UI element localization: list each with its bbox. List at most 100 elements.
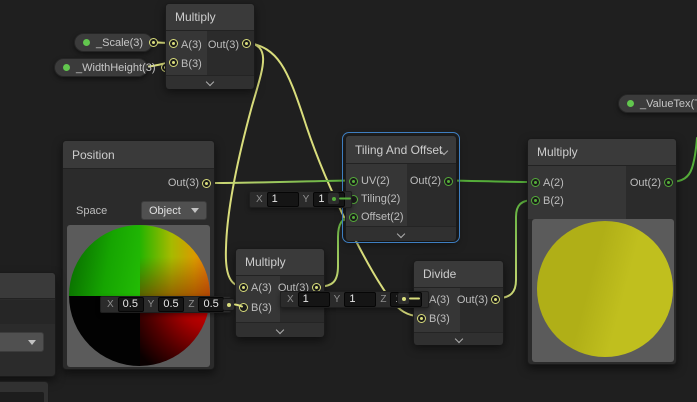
multiply-b-default-connector-dot[interactable] [222,298,235,311]
field-label-x: X [287,294,294,305]
port-label-out: Out(3) [167,177,199,189]
node-title: Divide [423,267,457,281]
space-dropdown-value: Object [149,204,181,217]
partial-widget-offscreen[interactable] [0,381,49,402]
node-title: Multiply [245,255,286,269]
chevron-down-icon [396,231,406,238]
node-position[interactable]: Position Out(3) Space Object [62,140,215,370]
collapse-toggle[interactable] [166,75,254,89]
divide-a-x-input[interactable]: 1 [297,292,330,307]
partial-field [0,392,44,402]
output-port-out[interactable] [202,179,211,188]
field-label-x: X [256,194,263,205]
shader-graph-canvas[interactable]: _Scale(3) _WidthHeight(3) _ValueTex(T2) … [0,0,697,402]
port-label-out: Out(3) [456,293,488,306]
node-header[interactable] [0,273,55,299]
node-partial-offscreen[interactable] [0,272,56,377]
node-title: Tiling And Offset [355,142,443,157]
node-header[interactable]: Multiply [236,249,324,276]
port-label-b: B(3) [251,301,272,314]
chevron-down-icon [205,79,215,86]
input-port-a[interactable] [169,39,178,48]
yellow-circle-preview [537,221,673,357]
sphere-quadrant [69,225,140,296]
field-label-x: X [107,299,114,310]
port-label-a: A(3) [429,293,450,306]
multiply-b-z-input[interactable]: 0.5 [198,297,225,312]
node-multiply-right[interactable]: Multiply A(2) B(2) Out(2) [527,138,677,365]
output-port-out[interactable] [664,178,673,187]
multiply-mid-b-default-fields: X 0.5 Y 0.5 Z 0.5 [100,296,232,313]
property-dot-icon [83,39,90,46]
collapse-toggle[interactable] [414,332,503,345]
property-pill-valuetex[interactable]: _ValueTex(T2) [618,94,697,113]
chevron-down-icon[interactable] [439,148,449,155]
sphere-quadrant [139,225,210,296]
multiply-b-y-input[interactable]: 0.5 [158,297,185,312]
output-port-icon[interactable] [149,38,159,47]
node-title: Multiply [537,145,578,159]
property-label: _WidthHeight(3) [76,61,156,74]
input-port-b[interactable] [169,58,178,67]
chevron-down-icon [454,336,464,343]
port-label-uv: UV(2) [361,175,390,187]
node-header[interactable]: Multiply [528,139,676,166]
node-title: Multiply [175,10,216,24]
port-label-a: A(3) [251,281,272,294]
property-dot-icon [627,100,634,107]
node-header[interactable]: Position [63,141,214,169]
node-header[interactable]: Tiling And Offset [346,136,456,164]
collapse-toggle[interactable] [346,226,456,241]
field-label-z: Z [188,299,195,310]
chevron-down-icon [275,327,285,334]
dropdown-arrow-icon [191,208,199,213]
input-port-b[interactable] [417,314,426,323]
multiply-b-x-input[interactable]: 0.5 [117,297,144,312]
multiply-preview [532,219,674,362]
property-pill-widthheight[interactable]: _WidthHeight(3) [54,58,171,77]
node-multiply-top[interactable]: Multiply A(3) B(3) Out(3) [165,3,255,89]
output-port-out[interactable] [242,39,251,48]
port-label-b: B(2) [543,194,564,207]
port-label-b: B(3) [181,57,202,70]
port-label-tiling: Tiling(2) [361,193,401,205]
input-port-a[interactable] [531,178,540,187]
divide-a-y-input[interactable]: 1 [344,292,377,307]
tiling-x-input[interactable]: 1 [266,192,299,207]
input-port-a[interactable] [239,283,248,292]
port-label-offset: Offset(2) [361,211,404,223]
node-title: Position [72,147,115,162]
node-row [0,300,55,324]
port-label-a: A(3) [181,38,202,51]
tiling-default-connector-dot[interactable] [327,192,340,205]
port-label-out: Out(3) [207,38,239,51]
space-label: Space [76,205,108,217]
port-label-out: Out(2) [629,176,661,189]
port-label-out: Out(2) [409,175,441,187]
edge-position-to-uv[interactable] [206,179,354,184]
property-label: _ValueTex(T2) [640,97,697,110]
node-tiling-and-offset[interactable]: Tiling And Offset UV(2) Tiling(2) Offset… [342,132,460,243]
input-port-b[interactable] [239,303,248,312]
input-port-b[interactable] [531,196,540,205]
collapse-toggle[interactable] [236,322,324,337]
node-header[interactable]: Divide [414,261,503,288]
field-label-y: Y [302,194,310,205]
space-dropdown[interactable]: Object [141,201,207,220]
port-label-a: A(2) [543,176,564,189]
output-port-out[interactable] [491,295,500,304]
input-port-uv[interactable] [349,177,358,186]
field-label-y: Y [333,294,341,305]
property-pill-scale[interactable]: _Scale(3) [74,33,159,52]
edge-tiling-out-to-multiplyright-a[interactable] [448,179,536,183]
property-dot-icon [63,64,70,71]
input-port-offset[interactable] [349,213,358,222]
node-header[interactable]: Multiply [166,4,254,31]
dropdown-arrow-icon [28,339,36,345]
output-port-out[interactable] [444,177,453,186]
port-label-b: B(3) [429,312,450,325]
partial-dropdown[interactable] [0,332,44,352]
divide-a-default-connector-dot[interactable] [397,292,410,305]
field-label-y: Y [147,299,155,310]
field-label-z: Z [380,294,387,305]
